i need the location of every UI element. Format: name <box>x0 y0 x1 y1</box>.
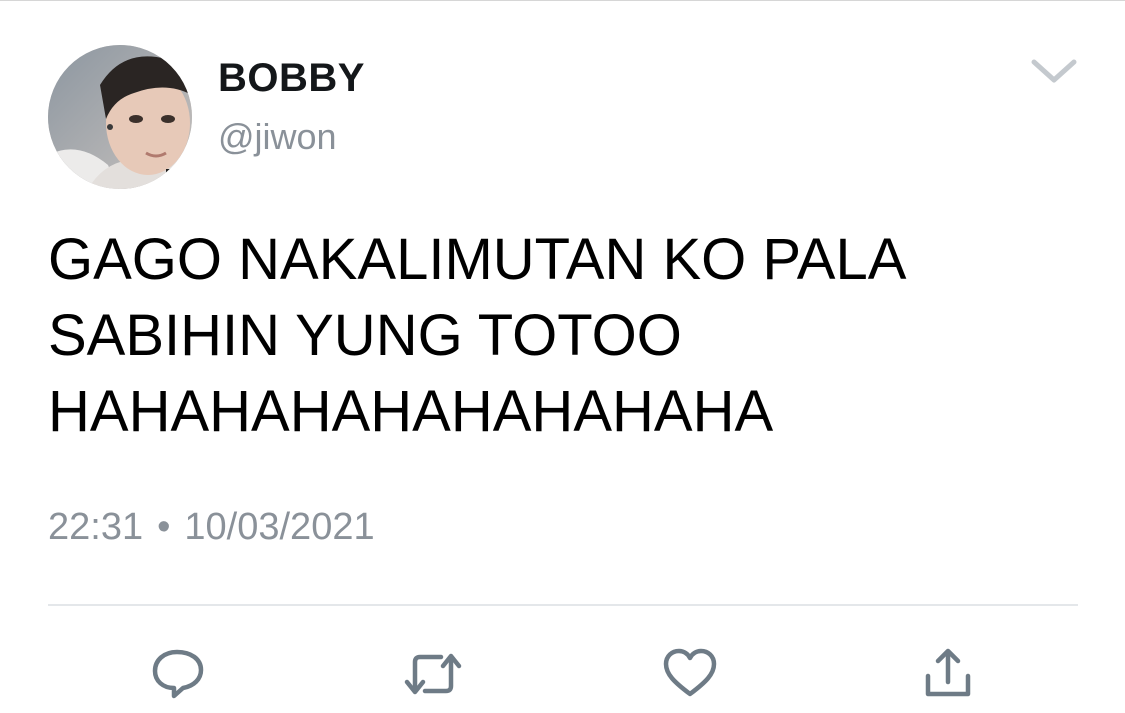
reply-icon <box>152 649 204 699</box>
like-button[interactable] <box>660 644 720 704</box>
tweet-time: 22:31 <box>48 506 144 548</box>
tweet-date: 10/03/2021 <box>184 506 375 548</box>
user-handle[interactable]: @jiwon <box>218 116 337 158</box>
share-button[interactable] <box>918 644 978 704</box>
top-divider <box>0 0 1125 1</box>
heart-icon <box>663 648 717 697</box>
retweet-icon <box>404 653 462 695</box>
tweet-text-line: HAHAHAHAHAHAHAHAHA <box>48 379 774 444</box>
avatar[interactable] <box>48 45 192 189</box>
tweet-text: GAGO NAKALIMUTAN KO PALA SABIHIN YUNG TO… <box>48 222 1088 450</box>
actions-divider <box>48 604 1078 606</box>
retweet-button[interactable] <box>403 644 463 704</box>
tweet-text-line: GAGO NAKALIMUTAN KO PALA <box>48 227 907 292</box>
meta-separator: • <box>157 506 171 548</box>
reply-button[interactable] <box>148 644 208 704</box>
chevron-down-icon[interactable] <box>1030 56 1078 86</box>
avatar-image <box>48 45 192 189</box>
tweet-timestamp[interactable]: 22:31 • 10/03/2021 <box>48 506 375 549</box>
tweet-text-line: SABIHIN YUNG TOTOO <box>48 303 682 368</box>
share-icon <box>925 648 971 697</box>
tweet-card: BOBBY @jiwon GAGO NAKALIMUTAN KO PALA SA… <box>0 0 1125 713</box>
display-name[interactable]: BOBBY <box>218 56 365 101</box>
